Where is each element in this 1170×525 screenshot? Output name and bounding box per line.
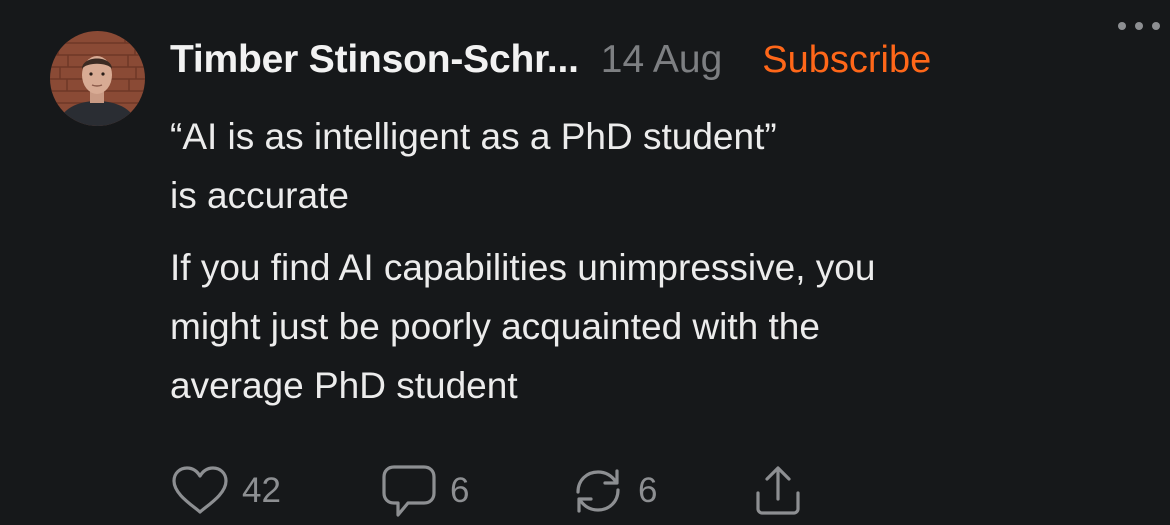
author-name[interactable]: Timber Stinson-Schr... — [170, 38, 579, 82]
more-options-button[interactable] — [1116, 18, 1162, 34]
avatar-photo — [50, 31, 145, 126]
share-button[interactable] — [750, 465, 806, 517]
post-paragraph: If you find AI capabilities unimpressive… — [170, 247, 876, 406]
post-content: Timber Stinson-Schr... 14 Aug Subscribe … — [170, 38, 1130, 415]
restack-button[interactable]: 6 — [570, 466, 750, 516]
like-button[interactable]: 42 — [170, 466, 380, 516]
post-paragraph: “AI is as intelligent as a PhD student” … — [170, 116, 777, 216]
post-header: Timber Stinson-Schr... 14 Aug Subscribe — [170, 38, 1130, 90]
restack-arrows-icon — [576, 469, 620, 513]
share-icon — [756, 466, 800, 515]
like-count: 42 — [242, 471, 281, 510]
comment-button[interactable]: 6 — [380, 463, 570, 519]
heart-icon — [172, 466, 228, 514]
subscribe-button[interactable]: Subscribe — [762, 39, 931, 82]
ellipsis-icon — [1118, 22, 1160, 30]
post-date[interactable]: 14 Aug — [601, 38, 722, 82]
author-avatar[interactable] — [50, 31, 145, 126]
comment-count: 6 — [450, 471, 470, 510]
note-post: Timber Stinson-Schr... 14 Aug Subscribe … — [0, 0, 1170, 525]
restack-count: 6 — [638, 471, 658, 510]
speech-bubble-icon — [382, 465, 436, 517]
post-actions: 42 6 6 — [170, 463, 806, 519]
